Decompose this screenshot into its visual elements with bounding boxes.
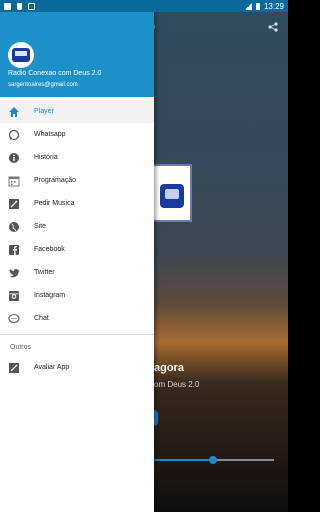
section-label-outros: Outros (10, 344, 32, 351)
menu-item-twitter[interactable]: Twitter (0, 261, 154, 284)
station-email: sargentoaires@gmail.com (8, 82, 78, 88)
battery-icon (255, 2, 260, 10)
menu-item-label: Chat (34, 315, 49, 322)
seek-thumb[interactable] (208, 456, 217, 464)
player-subtitle: om Deus 2.0 (154, 380, 200, 389)
station-name: Radio Conexao com Deus 2.0 (8, 70, 102, 77)
avatar (8, 42, 34, 68)
menu-item-whatsapp[interactable]: Whatsapp (0, 123, 154, 146)
menu-item-label: História (34, 154, 58, 161)
menu-divider (0, 334, 154, 335)
music-icon (17, 2, 22, 10)
status-bar: 13:29 (0, 0, 288, 12)
status-right: 13:29 (244, 1, 284, 11)
menu-item-label: Facebook (34, 246, 65, 253)
status-time: 13:29 (263, 1, 284, 11)
share-icon[interactable] (268, 22, 278, 32)
menu-item-chat[interactable]: Chat (0, 307, 154, 330)
menu-item-site[interactable]: Site (0, 215, 154, 238)
calendar-icon (8, 175, 20, 187)
menu-item-label: Player (34, 108, 54, 115)
radio-logo (160, 184, 184, 208)
download-icon (4, 2, 11, 10)
menu-item-facebook[interactable]: Facebook (0, 238, 154, 261)
menu-item-label: Site (34, 223, 47, 230)
menu-item-label: Avaliar App (34, 364, 70, 371)
menu-item-label: Instagram (34, 292, 66, 299)
whatsapp-icon (8, 129, 20, 141)
chat-icon (8, 313, 20, 325)
drawer-menu: Player Whatsapp História Programação Ped… (0, 100, 154, 330)
menu-item-label: Whatsapp (34, 131, 66, 138)
menu-item-label: Programação (34, 177, 77, 184)
album-art (154, 164, 192, 222)
menu-item-pedir-musica[interactable]: Pedir Musica (0, 192, 154, 215)
info-icon (8, 152, 20, 164)
menu-item-historia[interactable]: História (0, 146, 154, 169)
facebook-icon (8, 244, 20, 256)
radio-logo-icon (12, 48, 30, 62)
signal-icon (244, 2, 252, 10)
navigation-drawer: Radio Conexao com Deus 2.0 sargentoaires… (0, 0, 154, 512)
seek-fill (154, 459, 213, 461)
rate-icon (8, 362, 20, 374)
seek-bar[interactable] (154, 456, 274, 464)
status-icons (4, 2, 35, 10)
menu-item-instagram[interactable]: Instagram (0, 284, 154, 307)
instagram-icon (8, 290, 20, 302)
request-icon (8, 198, 20, 210)
menu-item-avaliar-app[interactable]: Avaliar App (0, 356, 154, 379)
menu-item-programacao[interactable]: Programação (0, 169, 154, 192)
player-title: agora (154, 362, 184, 374)
menu-item-player[interactable]: Player (0, 100, 154, 123)
home-icon (8, 106, 20, 118)
drawer-header: Radio Conexao com Deus 2.0 sargentoaires… (0, 0, 154, 97)
drawer-extra-menu: Avaliar App (0, 356, 154, 379)
globe-icon (8, 221, 20, 233)
menu-item-label: Pedir Musica (34, 200, 75, 207)
twitter-icon (8, 267, 20, 279)
n-icon (28, 2, 35, 10)
menu-item-label: Twitter (34, 269, 55, 276)
